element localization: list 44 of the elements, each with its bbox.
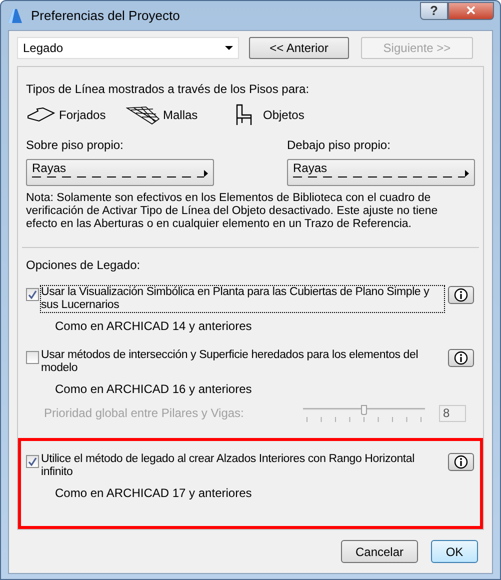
element-type-label: Objetos	[263, 107, 304, 124]
info-button[interactable]	[448, 286, 474, 304]
dashed-line-icon	[293, 175, 465, 179]
submenu-arrow-icon	[204, 170, 208, 177]
help-button[interactable]: ?	[420, 2, 448, 20]
option-note: Como en ARCHICAD 14 y anteriores	[55, 319, 253, 333]
chair-icon	[234, 104, 252, 126]
option-label[interactable]: Usar la Visualización Simbólica en Planta para las Cubiertas de Plano Simple y sus Lucernarios	[41, 286, 444, 312]
check-icon	[28, 290, 37, 299]
cancel-button[interactable]: Cancelar	[341, 540, 418, 563]
note-text: Nota: Solamente son efectivos en los Elementos de Biblioteca con el cuadro de verificación de Activar Tipo de Línea del Objeto desactivado. Este ajuste no tiene efecto en las Aberturas o en cualquier elemento en un Trazo de Referencia.	[26, 192, 439, 231]
selector-label: Sobre piso propio:	[26, 137, 124, 154]
dashed-line-icon	[32, 175, 204, 179]
line-type-selector[interactable]: Rayas	[26, 159, 214, 186]
slab-icon	[26, 107, 56, 123]
dropdown-arrow-icon	[225, 46, 233, 50]
info-button[interactable]	[448, 453, 474, 471]
line-type-selector[interactable]: Rayas	[287, 159, 475, 186]
slider-track[interactable]	[303, 405, 425, 421]
option-note: Como en ARCHICAD 17 y anteriores	[55, 486, 253, 500]
page-dropdown[interactable]: Legado	[17, 37, 239, 59]
element-type-label: Mallas	[163, 107, 198, 124]
app-logo-icon	[7, 8, 23, 24]
nav-button[interactable]: << Anterior	[249, 37, 349, 59]
window-title: Preferencias del Proyecto	[31, 6, 181, 25]
submenu-arrow-icon	[465, 170, 469, 177]
check-icon	[28, 457, 37, 466]
checkbox[interactable]	[26, 288, 39, 301]
selector-label: Debajo piso propio:	[287, 137, 392, 154]
line-types-heading: Tipos de Línea mostrados a través de los Pisos para:	[26, 81, 310, 98]
priority-label: Prioridad global entre Pilares y Vigas:	[44, 405, 245, 422]
info-icon	[454, 455, 468, 469]
ok-button[interactable]: OK	[431, 540, 478, 563]
element-type-label: Forjados	[59, 107, 106, 124]
option-label[interactable]: Usar métodos de intersección y Superficie heredados para los elementos del modelo	[41, 349, 444, 375]
option-label[interactable]: Utilice el método de legado al crear Alzados Interiores con Rango Horizontal infinito	[41, 453, 444, 479]
info-button[interactable]	[448, 349, 474, 367]
info-icon	[454, 351, 468, 365]
checkbox[interactable]	[26, 455, 39, 468]
option-note: Como en ARCHICAD 16 y anteriores	[55, 382, 253, 396]
checkbox[interactable]	[26, 351, 39, 364]
info-icon	[454, 288, 468, 302]
mesh-icon	[126, 105, 160, 125]
legacy-heading: Opciones de Legado:	[26, 257, 142, 274]
